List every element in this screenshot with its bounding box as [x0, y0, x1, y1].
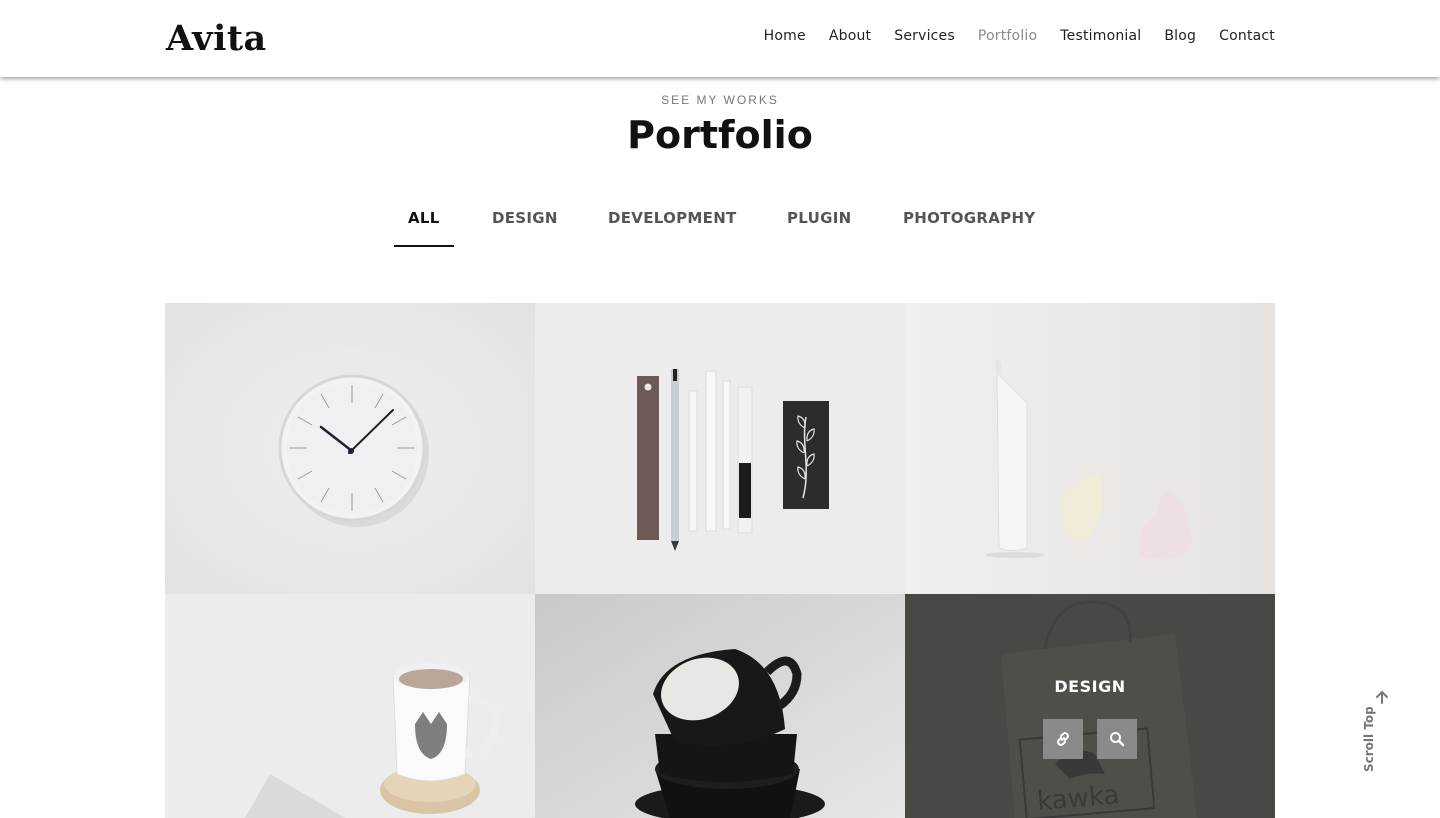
- portfolio-item-mug[interactable]: [165, 594, 535, 818]
- search-icon: [1110, 732, 1125, 747]
- filter-plugin[interactable]: PLUGIN: [787, 209, 851, 227]
- portfolio-item-cups[interactable]: [535, 594, 905, 818]
- portfolio-grid: kawka DESIGN: [165, 303, 1275, 818]
- filter-photography[interactable]: PHOTOGRAPHY: [903, 209, 1035, 227]
- nav-item-about[interactable]: About: [829, 28, 871, 44]
- active-filter-underline: [394, 245, 454, 247]
- nav-item-portfolio[interactable]: Portfolio: [978, 28, 1037, 44]
- stationery-image: [535, 303, 905, 594]
- nav-item-home[interactable]: Home: [764, 28, 806, 44]
- nav-item-testimonial[interactable]: Testimonial: [1060, 28, 1141, 44]
- nav-item-contact[interactable]: Contact: [1219, 28, 1275, 44]
- nav-item-services[interactable]: Services: [894, 28, 955, 44]
- open-link-button[interactable]: [1043, 719, 1083, 759]
- portfolio-item-stationery[interactable]: [535, 303, 905, 594]
- section-eyebrow: SEE MY WORKS: [661, 93, 779, 107]
- portfolio-filters: ALL DESIGN DEVELOPMENT PLUGIN PHOTOGRAPH…: [0, 209, 1440, 249]
- mug-image: [165, 594, 535, 818]
- site-header: Avita Home About Services Portfolio Test…: [0, 0, 1440, 77]
- scroll-top-label[interactable]: Scroll Top: [1362, 706, 1376, 772]
- arrow-up-icon: [1376, 690, 1388, 704]
- link-icon: [1057, 732, 1069, 746]
- portfolio-item-bag[interactable]: kawka DESIGN: [905, 594, 1275, 818]
- zoom-image-button[interactable]: [1097, 719, 1137, 759]
- vases-image: [905, 303, 1275, 594]
- site-logo[interactable]: Avita: [166, 18, 267, 59]
- filter-all[interactable]: ALL: [408, 209, 440, 227]
- filter-development[interactable]: DEVELOPMENT: [608, 209, 737, 227]
- portfolio-hover-overlay: DESIGN: [905, 594, 1275, 818]
- portfolio-item-vases[interactable]: [905, 303, 1275, 594]
- cups-image: [535, 594, 905, 818]
- overlay-category: DESIGN: [1054, 677, 1126, 696]
- nav-item-blog[interactable]: Blog: [1164, 28, 1196, 44]
- main-nav: Home About Services Portfolio Testimonia…: [741, 28, 1275, 44]
- portfolio-item-clock[interactable]: [165, 303, 535, 594]
- section-title: Portfolio: [627, 113, 813, 157]
- filter-design[interactable]: DESIGN: [492, 209, 558, 227]
- clock-image: [165, 303, 535, 594]
